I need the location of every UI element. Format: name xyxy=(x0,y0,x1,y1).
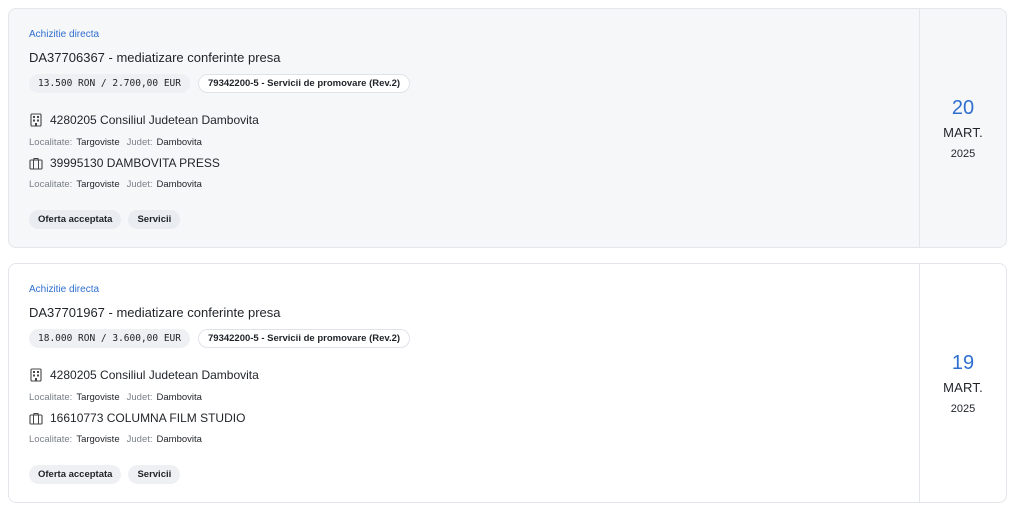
cpv-chip[interactable]: 79342200-5 - Servicii de promovare (Rev.… xyxy=(198,329,411,348)
category-badge: Servicii xyxy=(128,465,181,484)
locality-label: Localitate: xyxy=(29,434,73,445)
authority-location: Localitate: Targoviste Judet: Dambovita xyxy=(29,137,205,148)
card-body: Achizitie directa DA37701967 - mediatiza… xyxy=(9,264,919,502)
supplier-name: 16610773 COLUMNA FILM STUDIO xyxy=(50,411,246,425)
supplier-location: Localitate: Targoviste Judet: Dambovita xyxy=(29,434,205,445)
cpv-chip[interactable]: 79342200-5 - Servicii de promovare (Rev.… xyxy=(198,74,411,93)
tags-row: Oferta acceptata Servicii xyxy=(29,210,181,229)
category-badge: Servicii xyxy=(128,210,181,229)
building-icon xyxy=(30,368,42,382)
county-value: Dambovita xyxy=(156,392,202,403)
date-panel: 19 MART. 2025 xyxy=(919,264,1006,502)
locality-label: Localitate: xyxy=(29,179,73,190)
date-year: 2025 xyxy=(950,148,976,160)
chips-row: 13.500 RON / 2.700,00 EUR 79342200-5 - S… xyxy=(29,74,411,93)
supplier[interactable]: 39995130 DAMBOVITA PRESS xyxy=(29,156,220,170)
county-label: Judet: xyxy=(126,392,153,403)
price-chip: 13.500 RON / 2.700,00 EUR xyxy=(29,74,190,93)
date-day: 20 xyxy=(951,97,975,119)
contract-title[interactable]: DA37706367 - mediatizare conferinte pres… xyxy=(29,50,280,65)
locality-value: Targoviste xyxy=(76,392,120,403)
building-icon xyxy=(30,113,42,127)
date-day: 19 xyxy=(951,352,975,374)
county-value: Dambovita xyxy=(156,137,202,148)
locality-label: Localitate: xyxy=(29,392,73,403)
supplier-name: 39995130 DAMBOVITA PRESS xyxy=(50,156,220,170)
procedure-type: Achizitie directa xyxy=(29,284,100,295)
authority-name: 4280205 Consiliul Judetean Dambovita xyxy=(50,113,259,127)
date-month: MART. xyxy=(943,380,983,395)
contracting-authority[interactable]: 4280205 Consiliul Judetean Dambovita xyxy=(29,368,259,382)
procedure-type: Achizitie directa xyxy=(29,29,100,40)
locality-value: Targoviste xyxy=(76,179,120,190)
tags-row: Oferta acceptata Servicii xyxy=(29,465,181,484)
briefcase-icon xyxy=(29,412,43,425)
chips-row: 18.000 RON / 3.600,00 EUR 79342200-5 - S… xyxy=(29,329,411,348)
county-label: Judet: xyxy=(126,179,153,190)
county-label: Judet: xyxy=(126,434,153,445)
locality-value: Targoviste xyxy=(76,137,120,148)
status-badge: Oferta acceptata xyxy=(29,210,122,229)
procurement-card[interactable]: Achizitie directa DA37706367 - mediatiza… xyxy=(8,8,1007,248)
date-panel: 20 MART. 2025 xyxy=(919,9,1006,247)
status-badge: Oferta acceptata xyxy=(29,465,122,484)
county-label: Judet: xyxy=(126,137,153,148)
county-value: Dambovita xyxy=(156,179,202,190)
briefcase-icon xyxy=(29,157,43,170)
county-value: Dambovita xyxy=(156,434,202,445)
contract-title[interactable]: DA37701967 - mediatizare conferinte pres… xyxy=(29,305,280,320)
authority-name: 4280205 Consiliul Judetean Dambovita xyxy=(50,368,259,382)
authority-location: Localitate: Targoviste Judet: Dambovita xyxy=(29,392,205,403)
date-year: 2025 xyxy=(950,403,976,415)
supplier[interactable]: 16610773 COLUMNA FILM STUDIO xyxy=(29,411,245,425)
procurement-card[interactable]: Achizitie directa DA37701967 - mediatiza… xyxy=(8,263,1007,503)
locality-label: Localitate: xyxy=(29,137,73,148)
supplier-location: Localitate: Targoviste Judet: Dambovita xyxy=(29,179,205,190)
locality-value: Targoviste xyxy=(76,434,120,445)
price-chip: 18.000 RON / 3.600,00 EUR xyxy=(29,329,190,348)
card-body: Achizitie directa DA37706367 - mediatiza… xyxy=(9,9,919,247)
date-month: MART. xyxy=(943,125,983,140)
contracting-authority[interactable]: 4280205 Consiliul Judetean Dambovita xyxy=(29,113,259,127)
